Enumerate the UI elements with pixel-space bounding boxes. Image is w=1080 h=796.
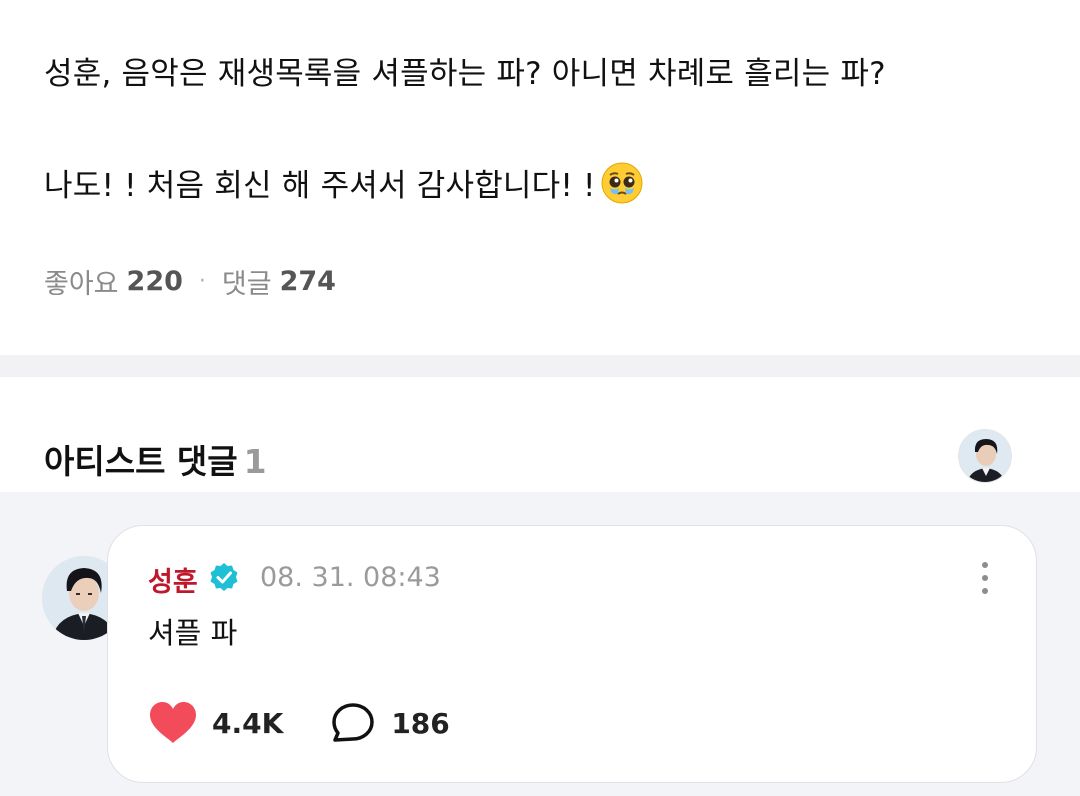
comment-like-count: 4.4K bbox=[212, 706, 284, 740]
artist-comments-count: 1 bbox=[243, 442, 267, 481]
stats-separator: · bbox=[198, 269, 206, 294]
verified-badge-icon bbox=[210, 563, 238, 591]
artist-avatar[interactable] bbox=[958, 429, 1012, 483]
post-reply-text: 나도! ! 처음 회신 해 주셔서 감사합니다! ! bbox=[44, 168, 596, 204]
post-stats: 좋아요 220 · 댓글 274 bbox=[44, 262, 336, 301]
heart-icon[interactable] bbox=[148, 701, 198, 745]
comment-actions: 4.4K 186 bbox=[148, 701, 450, 745]
likes-label: 좋아요 bbox=[44, 269, 119, 300]
more-dot bbox=[982, 562, 988, 568]
artist-comments-header: 아티스트 댓글 1 bbox=[0, 377, 1080, 492]
post-body: 성훈, 음악은 재생목록을 셔플하는 파? 아니면 차례로 흘리는 파? 나도!… bbox=[0, 0, 1080, 355]
comment-timestamp: 08. 31. 08:43 bbox=[260, 562, 441, 593]
likes-count[interactable]: 220 bbox=[127, 266, 183, 297]
post-reply-line: 나도! ! 처음 회신 해 주셔서 감사합니다! ! bbox=[44, 160, 644, 205]
more-dot bbox=[982, 588, 988, 594]
comment-author-name[interactable]: 성훈 bbox=[148, 560, 198, 599]
pleading-face-emoji-icon bbox=[601, 162, 643, 203]
comment-text: 셔플 파 bbox=[148, 616, 238, 650]
artist-comments-title-text: 아티스트 댓글 bbox=[44, 442, 238, 481]
comment-reply-count: 186 bbox=[391, 706, 450, 740]
comments-count[interactable]: 274 bbox=[280, 266, 336, 297]
comments-label: 댓글 bbox=[221, 269, 272, 300]
post-question: 성훈, 음악은 재생목록을 셔플하는 파? 아니면 차례로 흘리는 파? bbox=[44, 56, 886, 92]
reply-bubble-icon[interactable] bbox=[331, 702, 375, 744]
comment-area: 성훈 08. 31. 08:43 셔플 파 4.4K 186 bbox=[0, 492, 1080, 796]
more-dot bbox=[982, 575, 988, 581]
comment-card: 성훈 08. 31. 08:43 셔플 파 4.4K 186 bbox=[107, 525, 1037, 783]
section-divider bbox=[0, 355, 1080, 377]
artist-comments-title: 아티스트 댓글 1 bbox=[44, 435, 267, 483]
more-options-icon[interactable] bbox=[970, 558, 1000, 598]
artist-avatar-image bbox=[959, 430, 1011, 482]
